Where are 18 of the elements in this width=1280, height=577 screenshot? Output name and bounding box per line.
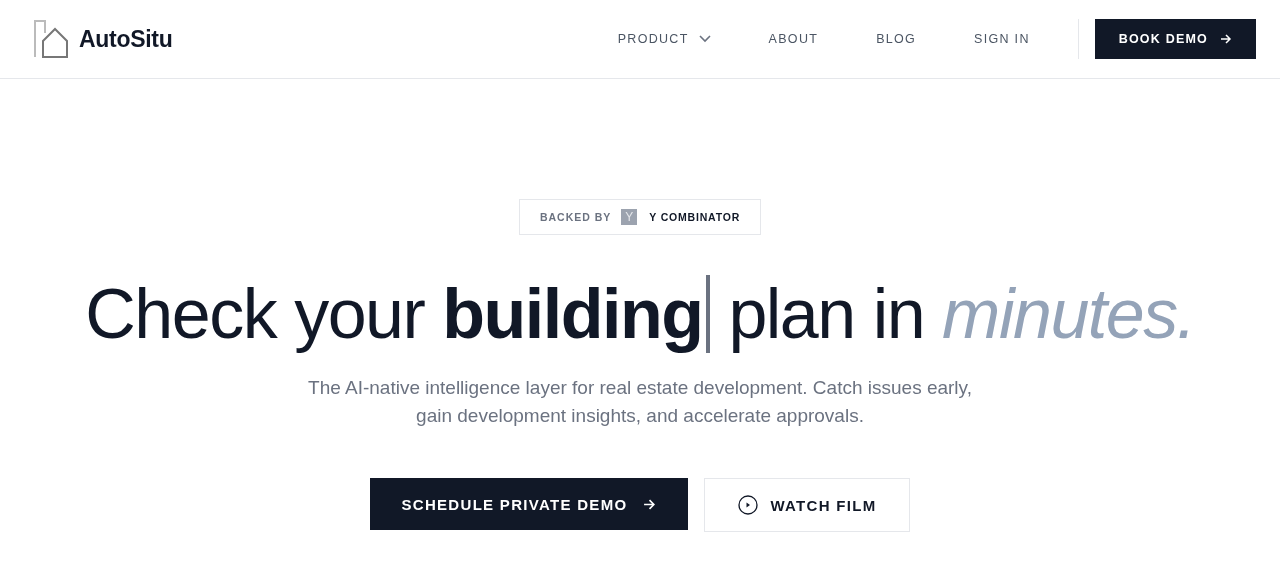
watch-film-button[interactable]: WATCH FILM	[704, 478, 911, 532]
house-logo-icon	[33, 19, 69, 59]
subtitle: The AI-native intelligence layer for real estate development. Catch issues early, gain development insights, and accelerate approvals.	[307, 376, 973, 428]
schedule-demo-button[interactable]: SCHEDULE PRIVATE DEMO	[369, 478, 689, 530]
brand-name[interactable]: AutoSitu	[79, 25, 173, 53]
book-demo-button[interactable]: BOOK DEMO	[1094, 19, 1256, 59]
chevron-down-icon	[698, 35, 711, 43]
nav-link[interactable]: ABOUT	[768, 32, 819, 46]
y-logo: Y	[621, 209, 638, 225]
nav-link[interactable]: BLOG	[876, 32, 917, 46]
nav-link[interactable]: SIGN IN	[974, 32, 1030, 46]
arrow-right-icon	[1220, 33, 1232, 45]
arrow-right-icon	[643, 497, 657, 511]
headline: Check your building plan in minutes.	[85, 274, 1195, 355]
play-icon	[738, 495, 759, 515]
badge-label: BACKED BY	[539, 211, 612, 223]
nav-link[interactable]: PRODUCT	[617, 32, 711, 46]
badge-name: Y COMBINATOR	[649, 211, 741, 223]
